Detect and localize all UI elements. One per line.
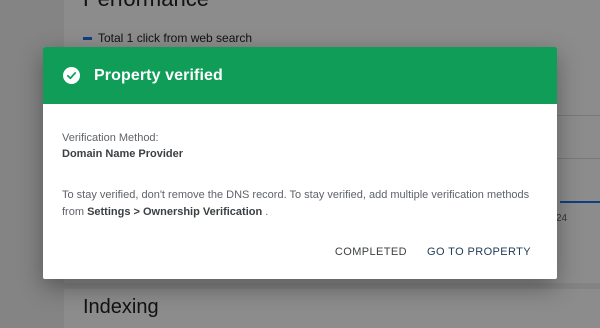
verification-method-label: Verification Method: [62, 132, 159, 144]
verification-message: To stay verified, don't remove the DNS r… [62, 187, 538, 221]
dialog-header: Property verified [43, 47, 557, 104]
check-circle-icon [63, 67, 80, 84]
dialog-actions: COMPLETED GO TO PROPERTY [335, 246, 531, 258]
verification-method-value: Domain Name Provider [62, 148, 184, 160]
go-to-property-button[interactable]: GO TO PROPERTY [427, 246, 531, 258]
settings-path: Settings > Ownership Verification [87, 206, 263, 218]
dialog-body: Verification Method: Domain Name Provide… [43, 104, 557, 221]
dialog-title: Property verified [94, 66, 223, 84]
property-verified-dialog: Property verified Verification Method: D… [43, 47, 557, 279]
message-text-end: . [262, 206, 269, 218]
completed-button[interactable]: COMPLETED [335, 246, 407, 258]
